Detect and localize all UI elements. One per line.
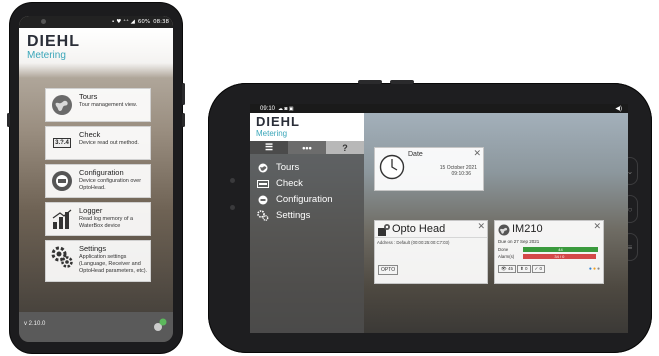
tours-icon <box>256 163 270 173</box>
tablet-status-bar: 09:10 ☁ ◙ ▣ ◀) <box>250 104 628 113</box>
phone-power-button <box>182 113 185 127</box>
check-icon: 3.?.4 <box>50 131 74 155</box>
menu-item-title: Settings <box>79 244 107 253</box>
sidebar-item-label: Tours <box>276 162 300 173</box>
close-icon[interactable]: ✕ <box>473 148 481 159</box>
status-chips: 👁 45 ⬆ 0 ✓ 0 <box>498 265 546 273</box>
current-time: 09:10:36 <box>451 171 471 177</box>
menu-item-description: Tour management view. <box>79 102 138 108</box>
tablet-top-button <box>390 80 414 84</box>
alarms-progress-bar: 34 / 0 <box>523 253 596 259</box>
tours-icon <box>498 223 510 236</box>
menu-item-title: Configuration <box>79 168 124 177</box>
phone-device: • ♥ ⁺⁺ ◢ 60% 08:38 DIEHL Metering Tours … <box>7 3 185 353</box>
tablet-device: ⌄ ○ ≡ 09:10 ☁ ◙ ▣ ◀) DIEHL Metering ☰ ••… <box>208 80 652 353</box>
message-icon: ● <box>596 266 600 272</box>
configuration-icon <box>256 195 270 205</box>
im210-card[interactable]: ✕ IM210 Due on 27 Sep 2021 Done 44 Alarm… <box>494 220 604 284</box>
menu-item-description: Read log memory of a WaterBox device <box>79 216 134 229</box>
status-time: 08:38 <box>153 19 169 25</box>
menu-item-description: Device configuration over OptoHead. <box>79 178 142 191</box>
phone-side-button <box>7 113 10 127</box>
menu-item-configuration[interactable]: Configuration Device configuration over … <box>45 164 151 198</box>
sidebar: Tours Check Configuration Settings <box>250 154 364 333</box>
warning-icon: ● <box>592 266 596 272</box>
configuration-icon <box>50 169 74 193</box>
phone-screen: • ♥ ⁺⁺ ◢ 60% 08:38 DIEHL Metering Tours … <box>19 16 173 342</box>
menu-item-title: Tours <box>79 92 98 101</box>
opto-head-icon <box>377 223 391 237</box>
menu-item-tours[interactable]: Tours Tour management view. <box>45 88 151 122</box>
phone-status-bar: • ♥ ⁺⁺ ◢ 60% 08:38 <box>19 16 173 28</box>
check-icon-readout: 3.?.4 <box>53 138 71 148</box>
menu-item-settings[interactable]: Settings Application settings (Language,… <box>45 240 151 282</box>
sidebar-item-label: Configuration <box>276 194 333 205</box>
tablet-camera <box>230 178 235 183</box>
brand-logo-subtitle: Metering <box>27 50 66 61</box>
notification-icons: ☁ ◙ ▣ <box>278 105 294 112</box>
menu-item-description: Application settings (Language, Receiver… <box>79 254 148 274</box>
due-date: Due on 27 Sep 2021 <box>498 239 540 244</box>
app-header: DIEHL Metering <box>19 28 173 78</box>
logger-icon <box>50 207 74 231</box>
date-card[interactable]: ✕ Date 15 October 2021 09:10:36 <box>374 147 484 191</box>
sidebar-item-tours[interactable]: Tours <box>256 162 299 173</box>
upload-count-chip[interactable]: ⬆ 0 <box>516 265 531 273</box>
visible-count-chip[interactable]: 👁 45 <box>498 265 516 273</box>
brand-logo-title: DIEHL <box>27 33 80 50</box>
sidebar-item-label: Settings <box>276 210 311 221</box>
phone-volume-button <box>182 83 185 105</box>
opto-head-title: Opto Head <box>392 223 446 235</box>
app-header: DIEHL Metering <box>250 113 364 141</box>
alarms-row: Alarm(s) 34 / 0 <box>498 253 600 259</box>
menu-item-logger[interactable]: Logger Read log memory of a WaterBox dev… <box>45 202 151 236</box>
checked-count-chip[interactable]: ✓ 0 <box>531 265 546 273</box>
brand-logo-title: DIEHL <box>256 114 300 129</box>
menu-item-description: Device read out method. <box>79 140 139 146</box>
app-footer: v 2.10.0 <box>19 312 173 342</box>
divider <box>375 237 487 238</box>
done-row: Done 44 <box>498 246 600 252</box>
menu-item-check[interactable]: 3.?.4 Check Device read out method. <box>45 126 151 160</box>
connection-status-icon[interactable] <box>153 318 167 332</box>
done-label: Done <box>498 246 509 252</box>
status-indicators: ● ● ● <box>589 266 600 272</box>
alarms-label: Alarm(s) <box>498 253 515 259</box>
tablet-sensor <box>230 205 235 210</box>
help-button[interactable]: ? <box>326 141 364 154</box>
water-drop-icon: ● <box>588 266 592 272</box>
close-icon[interactable]: ✕ <box>593 221 601 232</box>
opto-head-address: Address : Default (00:00:25:00:C7:03) <box>377 240 450 245</box>
sidebar-item-label: Check <box>276 178 303 189</box>
close-icon[interactable]: ✕ <box>477 221 485 232</box>
clock-icon <box>379 154 405 180</box>
opto-head-card[interactable]: ✕ Opto Head Address : Default (00:00:25:… <box>374 220 488 284</box>
sidebar-item-settings[interactable]: Settings <box>256 210 310 221</box>
tablet-screen: 09:10 ☁ ◙ ▣ ◀) DIEHL Metering ☰ ••• ? To… <box>250 104 628 333</box>
front-camera <box>41 19 46 24</box>
more-options-button[interactable]: ••• <box>288 141 326 154</box>
sidebar-item-check[interactable]: Check <box>256 178 303 189</box>
settings-icon <box>50 245 74 269</box>
check-icon <box>256 179 270 189</box>
im210-title: IM210 <box>512 223 543 235</box>
tablet-top-button <box>358 80 382 84</box>
app-version: v 2.10.0 <box>24 321 46 327</box>
opto-badge[interactable]: OPTO <box>378 265 399 275</box>
settings-icon <box>256 210 270 221</box>
done-progress-bar: 44 <box>523 246 598 252</box>
brand-logo-subtitle: Metering <box>256 129 288 138</box>
status-time: 09:10 <box>260 105 276 112</box>
hamburger-menu-button[interactable]: ☰ <box>250 141 288 154</box>
toolbar: ☰ ••• ? <box>250 141 364 154</box>
tours-icon <box>50 93 74 117</box>
status-icons: • ♥ ⁺⁺ ◢ <box>111 19 135 25</box>
menu-item-title: Check <box>79 130 101 139</box>
sound-icon: ◀) <box>615 106 622 112</box>
battery-level: 60% <box>137 19 151 25</box>
date-card-label: Date <box>408 151 423 158</box>
sidebar-item-configuration[interactable]: Configuration <box>256 194 333 205</box>
menu-item-title: Logger <box>79 206 103 215</box>
